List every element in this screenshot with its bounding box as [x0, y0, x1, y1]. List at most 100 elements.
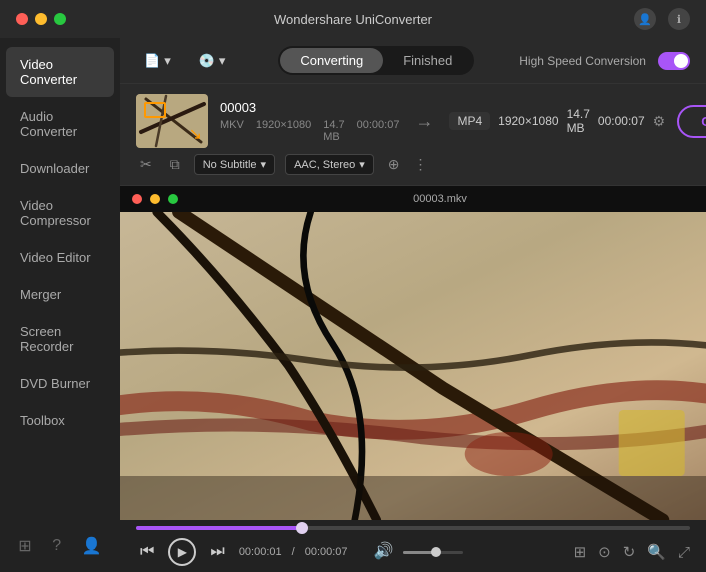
- high-speed-toggle[interactable]: [658, 52, 690, 70]
- dvd-icon: 💿: [199, 53, 215, 69]
- titlebar-right-icons: 👤 ℹ: [634, 8, 690, 30]
- subtitle-select[interactable]: No Subtitle ▾: [194, 154, 275, 175]
- forward-button[interactable]: ⏭: [206, 542, 228, 562]
- content-area: 📄 ▾ 💿 ▾ Converting Finished High Speed C…: [120, 38, 706, 572]
- current-time: 00:00:01: [239, 546, 282, 558]
- maximize-button[interactable]: [54, 13, 66, 25]
- subtitle-add-icon[interactable]: ⊕: [384, 154, 404, 175]
- cut-icon[interactable]: ✂: [136, 154, 156, 175]
- sidebar-bottom: ⊞ ? 👤: [0, 520, 120, 572]
- video-maximize-icon[interactable]: [168, 194, 178, 204]
- zoom-icon[interactable]: 🔍: [647, 543, 666, 561]
- thumb-overlay-box: [144, 102, 166, 118]
- toggle-knob: [674, 54, 688, 68]
- video-close-icon[interactable]: [132, 194, 142, 204]
- sidebar-item-video-compressor[interactable]: Video Compressor: [6, 188, 114, 238]
- output-format: MP4: [449, 112, 490, 130]
- sidebar-label-merger: Merger: [20, 287, 61, 302]
- file-meta-source: MKV 1920×1080 14.7 MB 00:00:07: [220, 119, 399, 143]
- minimize-button[interactable]: [35, 13, 47, 25]
- rotate-icon[interactable]: ↻: [623, 543, 636, 561]
- sidebar-item-merger[interactable]: Merger: [6, 277, 114, 312]
- video-filename: 00003.mkv: [186, 193, 694, 205]
- sidebar-label-video-compressor: Video Compressor: [20, 198, 100, 228]
- volume-area: 🔊: [370, 542, 464, 562]
- window-controls: [16, 13, 66, 25]
- next-frame-icon[interactable]: ⊙: [598, 543, 611, 561]
- output-duration: 00:00:07: [598, 114, 645, 128]
- convert-button[interactable]: Convert: [677, 105, 706, 138]
- thumb-arrow-icon: ↘: [189, 124, 202, 144]
- sidebar-label-video-editor: Video Editor: [20, 250, 91, 265]
- grid-icon[interactable]: ⊞: [14, 532, 35, 560]
- sidebar-label-screen-recorder: Screen Recorder: [20, 324, 100, 354]
- sidebar-label-dvd-burner: DVD Burner: [20, 376, 90, 391]
- tab-converting[interactable]: Converting: [280, 48, 383, 73]
- sidebar-item-video-editor[interactable]: Video Editor: [6, 240, 114, 275]
- source-format: MKV: [220, 119, 244, 143]
- progress-thumb[interactable]: [296, 522, 308, 534]
- sidebar-item-audio-converter[interactable]: Audio Converter: [6, 99, 114, 149]
- file-list: ↘ 00003 MKV 1920×1080 14.7 MB 00:00:07 →: [120, 84, 706, 186]
- video-minimize-icon[interactable]: [150, 194, 160, 204]
- add-files-icon: 📄: [144, 53, 160, 69]
- help-icon[interactable]: ?: [48, 533, 65, 559]
- info-icon[interactable]: ℹ: [668, 8, 690, 30]
- user-icon[interactable]: 👤: [634, 8, 656, 30]
- sidebar-item-downloader[interactable]: Downloader: [6, 151, 114, 186]
- tab-group: Converting Finished: [278, 46, 474, 75]
- more-options-icon[interactable]: ⋮: [413, 156, 427, 173]
- main-layout: Video Converter Audio Converter Download…: [0, 38, 706, 572]
- output-size: 14.7 MB: [567, 107, 590, 135]
- controls-row: ⏮ ▶ ⏭ 00:00:01 / 00:00:07 🔊: [136, 538, 690, 566]
- profile-icon[interactable]: 👤: [78, 532, 106, 560]
- sidebar-item-video-converter[interactable]: Video Converter: [6, 47, 114, 97]
- sidebar-label-toolbox: Toolbox: [20, 413, 65, 428]
- file-name: 00003: [220, 100, 399, 115]
- total-time: 00:00:07: [305, 546, 348, 558]
- time-separator: /: [292, 546, 295, 558]
- video-panel: 00003.mkv: [120, 186, 706, 572]
- source-duration: 00:00:07: [357, 119, 400, 143]
- play-button[interactable]: ▶: [168, 538, 196, 566]
- crop-icon[interactable]: ⊞: [574, 543, 587, 561]
- file-info: 00003 MKV 1920×1080 14.7 MB 00:00:07: [220, 100, 399, 143]
- sidebar-label-downloader: Downloader: [20, 161, 89, 176]
- sidebar-item-dvd-burner[interactable]: DVD Burner: [6, 366, 114, 401]
- sidebar: Video Converter Audio Converter Download…: [0, 38, 120, 572]
- rewind-button[interactable]: ⏮: [136, 542, 158, 562]
- sidebar-label-video-converter: Video Converter: [20, 57, 100, 87]
- high-speed-label: High Speed Conversion: [519, 54, 646, 68]
- app-title: Wondershare UniConverter: [274, 12, 432, 27]
- subtitle-dropdown-icon: ▾: [261, 158, 267, 171]
- output-resolution: 1920×1080: [498, 114, 558, 128]
- output-info: MP4 1920×1080 14.7 MB 00:00:07 ⚙: [449, 107, 665, 135]
- add-files-arrow: ▾: [164, 53, 171, 69]
- add-dvd-button[interactable]: 💿 ▾: [191, 49, 234, 73]
- settings-gear-icon[interactable]: ⚙: [653, 113, 666, 130]
- tab-finished[interactable]: Finished: [383, 48, 472, 73]
- sidebar-item-toolbox[interactable]: Toolbox: [6, 403, 114, 438]
- file-row: ↘ 00003 MKV 1920×1080 14.7 MB 00:00:07 →: [136, 94, 690, 148]
- copy-icon[interactable]: ⧉: [166, 154, 184, 175]
- close-button[interactable]: [16, 13, 28, 25]
- source-size: 14.7 MB: [323, 119, 344, 143]
- progress-bar[interactable]: [136, 526, 690, 530]
- fullscreen-icon[interactable]: ⤢: [678, 544, 690, 561]
- audio-label: AAC, Stereo: [294, 159, 355, 171]
- volume-icon[interactable]: 🔊: [370, 542, 398, 562]
- video-panel-titlebar: 00003.mkv: [120, 186, 706, 212]
- right-controls: ⊞ ⊙ ↻ 🔍 ⤢: [574, 543, 690, 561]
- format-arrow-icon: →: [415, 111, 433, 132]
- progress-fill: [136, 526, 302, 530]
- titlebar: Wondershare UniConverter 👤 ℹ: [0, 0, 706, 38]
- sidebar-item-screen-recorder[interactable]: Screen Recorder: [6, 314, 114, 364]
- sidebar-label-audio-converter: Audio Converter: [20, 109, 100, 139]
- source-resolution: 1920×1080: [256, 119, 311, 143]
- volume-bar[interactable]: [403, 551, 463, 554]
- toolbar: 📄 ▾ 💿 ▾ Converting Finished High Speed C…: [120, 38, 706, 84]
- audio-select[interactable]: AAC, Stereo ▾: [285, 154, 374, 175]
- volume-thumb[interactable]: [431, 547, 441, 557]
- add-files-button[interactable]: 📄 ▾: [136, 49, 179, 73]
- file-thumbnail: ↘: [136, 94, 208, 148]
